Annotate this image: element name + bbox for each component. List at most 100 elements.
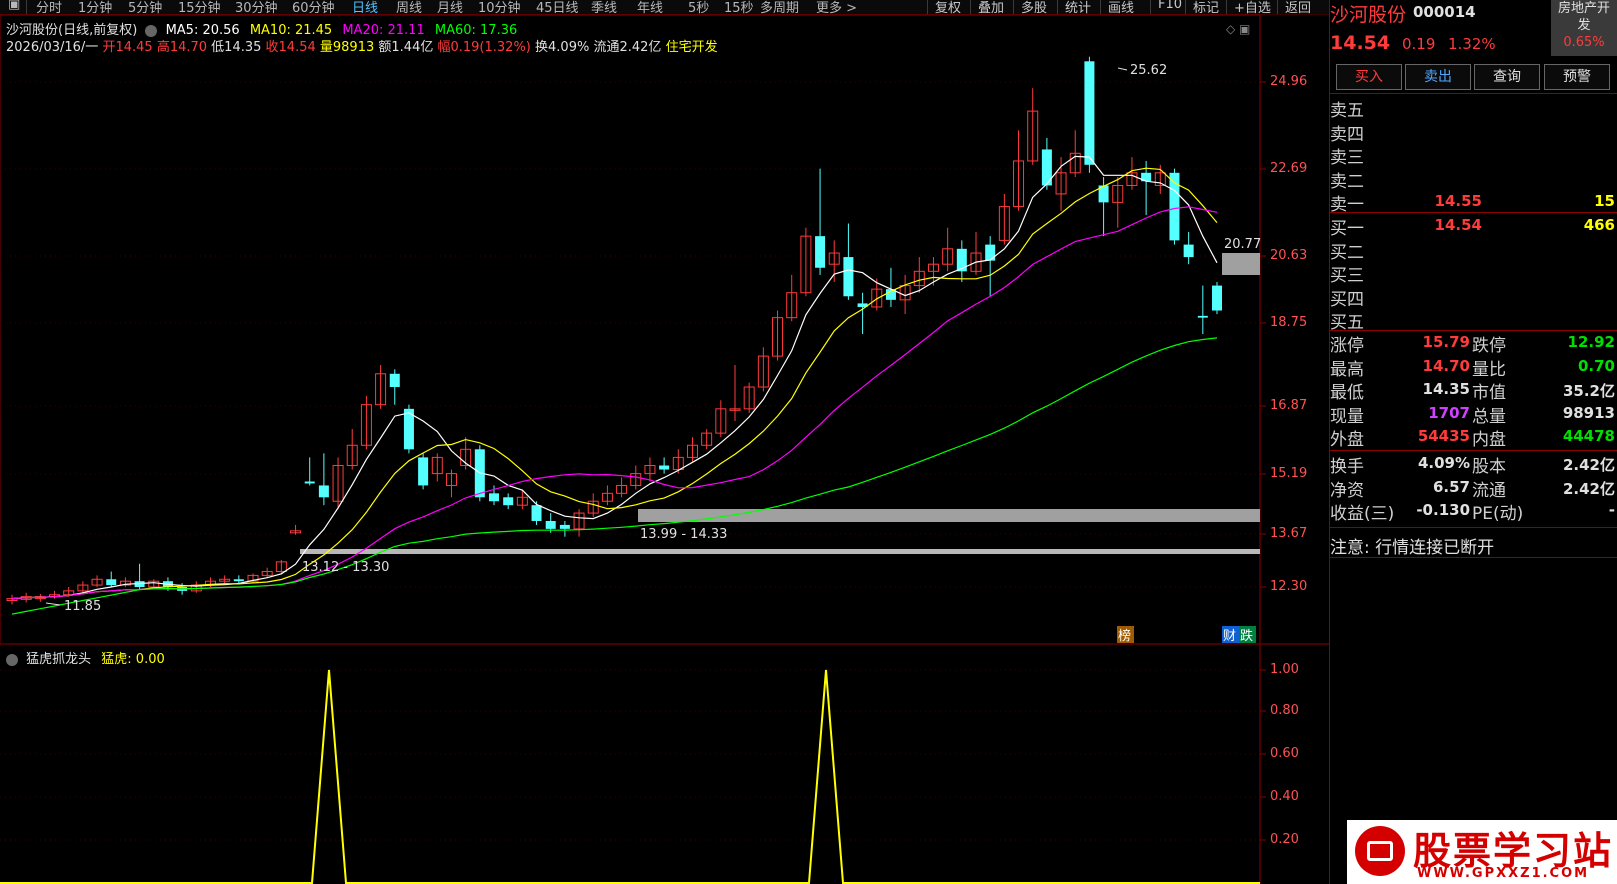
indicator-header: 猛虎抓龙头 猛虎: 0.00	[6, 648, 165, 667]
high-price-label: 25.62	[1130, 63, 1167, 78]
sector-badge[interactable]: 房地产开 发 0.65%	[1551, 0, 1617, 56]
price-change-pct: 1.32%	[1448, 35, 1496, 53]
indicator-line	[0, 669, 1260, 884]
stat-label: PE(动)	[1472, 504, 1524, 524]
candle-body	[389, 373, 400, 388]
range-label-2: 13.99 - 14.33	[640, 527, 727, 542]
stat-label: 量比	[1472, 359, 1506, 380]
price-tick: 20.63	[1270, 248, 1308, 263]
stat-value: 4.09%	[1417, 454, 1470, 472]
trade-button-1[interactable]: 卖出	[1405, 64, 1471, 90]
current-price: 14.54	[1330, 32, 1391, 54]
quote-panel: 沙河股份 000014 房地产开 发 0.65% 14.54 0.19 1.32…	[1330, 0, 1617, 884]
stat-value: 54435	[1417, 427, 1470, 445]
candle-body	[1084, 61, 1095, 165]
stock-name: 沙河股份	[1330, 4, 1407, 26]
stat-value: 12.92	[1567, 333, 1615, 351]
candle-body	[503, 497, 514, 506]
candle-body	[304, 481, 315, 484]
stat-label: 最高	[1330, 359, 1364, 380]
stat-value: 14.35	[1422, 380, 1470, 398]
bid-label: 买四	[1330, 289, 1364, 310]
ma10-line	[11, 167, 1218, 600]
sector-badge-pct: 0.65%	[1563, 35, 1605, 50]
low-price-arrow	[45, 602, 61, 606]
sector-badge-line2: 发	[1577, 18, 1591, 33]
tag-die-icon: 跌	[1240, 628, 1253, 644]
stat-label: 股本	[1472, 457, 1506, 477]
stat-value: 1707	[1428, 403, 1470, 422]
stat-label: 换手	[1330, 457, 1364, 477]
price-tick: 15.19	[1270, 466, 1308, 481]
indicator-value: 猛虎: 0.00	[101, 652, 165, 667]
stock-code: 000014	[1413, 3, 1476, 21]
ask-label: 卖三	[1330, 148, 1364, 168]
candle-body	[489, 493, 499, 502]
stat-value: 2.42亿	[1562, 479, 1615, 498]
tag-cai-icon: 财	[1223, 629, 1236, 644]
stat-value: 6.57	[1432, 477, 1470, 496]
book-logo-icon	[1355, 826, 1405, 876]
stat-label: 净资	[1330, 480, 1364, 501]
ma-value-label: 20.77	[1224, 237, 1261, 252]
trade-button-2[interactable]: 查询	[1474, 64, 1540, 90]
candle-body	[985, 244, 996, 261]
bid-price: 14.54	[1434, 216, 1482, 234]
trade-button-0[interactable]: 买入	[1336, 64, 1402, 90]
watermark: 股票学习站 WWW.GPXXZ1.COM	[1347, 820, 1617, 884]
stat-value: 14.70	[1422, 356, 1470, 375]
price-tick: 12.30	[1270, 579, 1308, 594]
candle-body	[1183, 244, 1194, 258]
bid-label: 买三	[1330, 266, 1364, 286]
indicator-dropdown-icon[interactable]	[6, 653, 18, 666]
bid-label: 买二	[1330, 242, 1364, 263]
ask-label: 卖二	[1330, 171, 1364, 192]
ma5-line	[11, 155, 1218, 600]
price-range-box	[1222, 253, 1260, 275]
stat-label: 内盘	[1472, 430, 1506, 450]
stat-value: 35.2亿	[1562, 382, 1615, 400]
candle-body	[318, 485, 329, 498]
ask-price: 14.55	[1434, 192, 1482, 210]
candle-body	[418, 457, 429, 486]
candle-body	[531, 505, 542, 521]
stat-label: 流通	[1472, 480, 1506, 501]
stat-value: 2.42亿	[1562, 456, 1615, 474]
kline-chart[interactable]: 25.62 11.85 13.12 - 13.30 13.99 - 14.33 20.7…	[0, 0, 1330, 884]
ma20-line	[11, 206, 1218, 600]
stat-label: 收益(三)	[1330, 504, 1395, 524]
stat-label: 最低	[1330, 383, 1364, 403]
candle-body	[815, 236, 826, 268]
stat-label: 涨停	[1330, 336, 1364, 356]
stat-label: 总量	[1472, 406, 1506, 427]
ma60-line	[11, 337, 1218, 615]
connection-notice: 注意: 行情连接已断开	[1330, 538, 1495, 558]
candle-body	[545, 520, 556, 529]
bid-label: 买一	[1330, 219, 1364, 239]
indicator-tick: 0.40	[1270, 789, 1299, 804]
stat-value: 15.79	[1422, 333, 1470, 351]
ask-label: 卖五	[1330, 101, 1364, 121]
stat-value: -0.130	[1416, 501, 1470, 519]
price-range-box	[300, 549, 1260, 554]
stat-label: 现量	[1330, 406, 1364, 427]
candle-body	[559, 524, 570, 529]
price-change: 0.19	[1402, 35, 1436, 53]
indicator-tick: 1.00	[1270, 662, 1299, 677]
trade-button-3[interactable]: 预警	[1544, 64, 1610, 90]
stat-value: 98913	[1562, 403, 1615, 422]
price-tick: 13.67	[1270, 526, 1308, 541]
stat-label: 市值	[1472, 383, 1506, 403]
candle-body	[233, 579, 244, 582]
stat-label: 跌停	[1472, 336, 1506, 356]
price-tick: 24.96	[1270, 74, 1308, 89]
candle-body	[843, 257, 854, 297]
bid-vol: 466	[1583, 216, 1615, 234]
indicator-tick: 0.80	[1270, 703, 1299, 718]
watermark-url: WWW.GPXXZ1.COM	[1417, 866, 1590, 881]
candle-body	[106, 579, 117, 586]
indicator-name: 猛虎抓龙头	[26, 652, 92, 667]
sector-badge-line1: 房地产开	[1557, 1, 1610, 16]
low-price-label: 11.85	[64, 599, 101, 614]
candle-body	[1212, 285, 1222, 311]
